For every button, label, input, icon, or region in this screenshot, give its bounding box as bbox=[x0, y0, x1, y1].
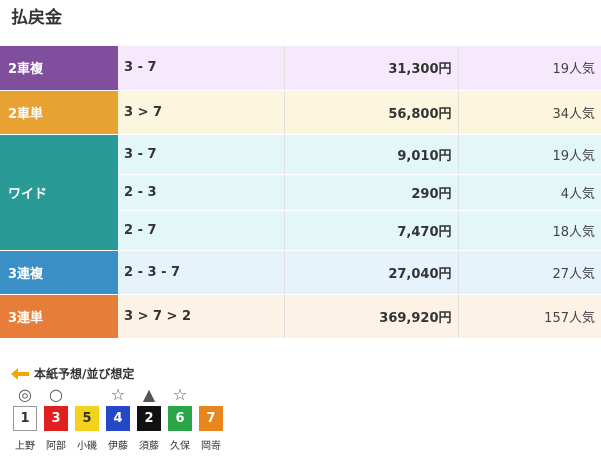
rider-name: 伊藤 bbox=[108, 441, 128, 452]
payout-amount: 369,920円 bbox=[284, 294, 459, 339]
rider-number-box: 4 bbox=[106, 406, 130, 431]
payout-amount: 9,010円 bbox=[284, 134, 459, 175]
rider-number-box: 2 bbox=[137, 406, 161, 431]
payout-amount: 31,300円 bbox=[284, 46, 459, 91]
payout-amount: 7,470円 bbox=[284, 210, 459, 251]
rider-name: 小磯 bbox=[77, 441, 97, 452]
rider-name: 岡嵜 bbox=[201, 441, 221, 452]
payout-row: 2車複 3 - 7 31,300円 19人気 bbox=[0, 46, 601, 91]
popularity-rank: 19人気 bbox=[458, 134, 601, 175]
prediction-mark: ▲ bbox=[142, 385, 156, 404]
combination: 2 - 3 bbox=[118, 174, 285, 211]
rider-number-box: 7 bbox=[199, 406, 223, 431]
combination: 3 - 7 bbox=[118, 134, 285, 175]
rider-number-box: 3 bbox=[44, 406, 68, 431]
prediction-heading: 本紙予想/並び想定 bbox=[11, 365, 134, 382]
payout-row: 3連複 2 - 3 - 7 27,040円 27人気 bbox=[0, 250, 601, 295]
combination: 2 - 7 bbox=[118, 210, 285, 251]
prediction-mark: ○ bbox=[49, 385, 63, 404]
popularity-rank: 4人気 bbox=[458, 174, 601, 211]
bet-type-label: 2車複 bbox=[0, 46, 118, 91]
combination: 2 - 3 - 7 bbox=[118, 250, 285, 295]
rider-name: 久保 bbox=[170, 441, 190, 452]
bet-type-label: 3連単 bbox=[0, 294, 118, 339]
rider-number-box: 1 bbox=[13, 406, 37, 431]
rider-name: 須藤 bbox=[139, 441, 159, 452]
popularity-rank: 18人気 bbox=[458, 210, 601, 251]
popularity-rank: 157人気 bbox=[458, 294, 601, 339]
combination: 3 - 7 bbox=[118, 46, 285, 91]
payout-row: ワイド 3 - 7 9,010円 19人気 bbox=[0, 134, 601, 251]
popularity-rank: 27人気 bbox=[458, 250, 601, 295]
popularity-rank: 34人気 bbox=[458, 90, 601, 135]
bet-type-label: ワイド bbox=[0, 134, 118, 251]
payout-row: 2車単 3 > 7 56,800円 34人気 bbox=[0, 90, 601, 135]
prediction-mark: ☆ bbox=[110, 385, 126, 404]
combination: 3 > 7 bbox=[118, 90, 285, 135]
bet-type-label: 3連複 bbox=[0, 250, 118, 295]
rider-name: 阿部 bbox=[46, 441, 66, 452]
bet-type-label: 2車単 bbox=[0, 90, 118, 135]
payout-table: 2車複 3 - 7 31,300円 19人気 2車単 3 > 7 56,800円 34人気 ワイ… bbox=[0, 46, 601, 339]
prediction-mark: ☆ bbox=[172, 385, 188, 404]
page-title: 払戻金 bbox=[11, 8, 62, 28]
combination: 3 > 7 > 2 bbox=[118, 294, 285, 339]
payout-amount: 56,800円 bbox=[284, 90, 459, 135]
prediction-heading-text: 本紙予想/並び想定 bbox=[34, 367, 135, 381]
rider-number-box: 6 bbox=[168, 406, 192, 431]
arrow-left-icon bbox=[11, 367, 29, 380]
payout-row: 3連単 3 > 7 > 2 369,920円 157人気 bbox=[0, 294, 601, 339]
prediction-mark: ◎ bbox=[18, 385, 32, 404]
rider-name: 上野 bbox=[15, 441, 35, 452]
rider-number-box: 5 bbox=[75, 406, 99, 431]
popularity-rank: 19人気 bbox=[458, 46, 601, 91]
payout-amount: 27,040円 bbox=[284, 250, 459, 295]
payout-amount: 290円 bbox=[284, 174, 459, 211]
